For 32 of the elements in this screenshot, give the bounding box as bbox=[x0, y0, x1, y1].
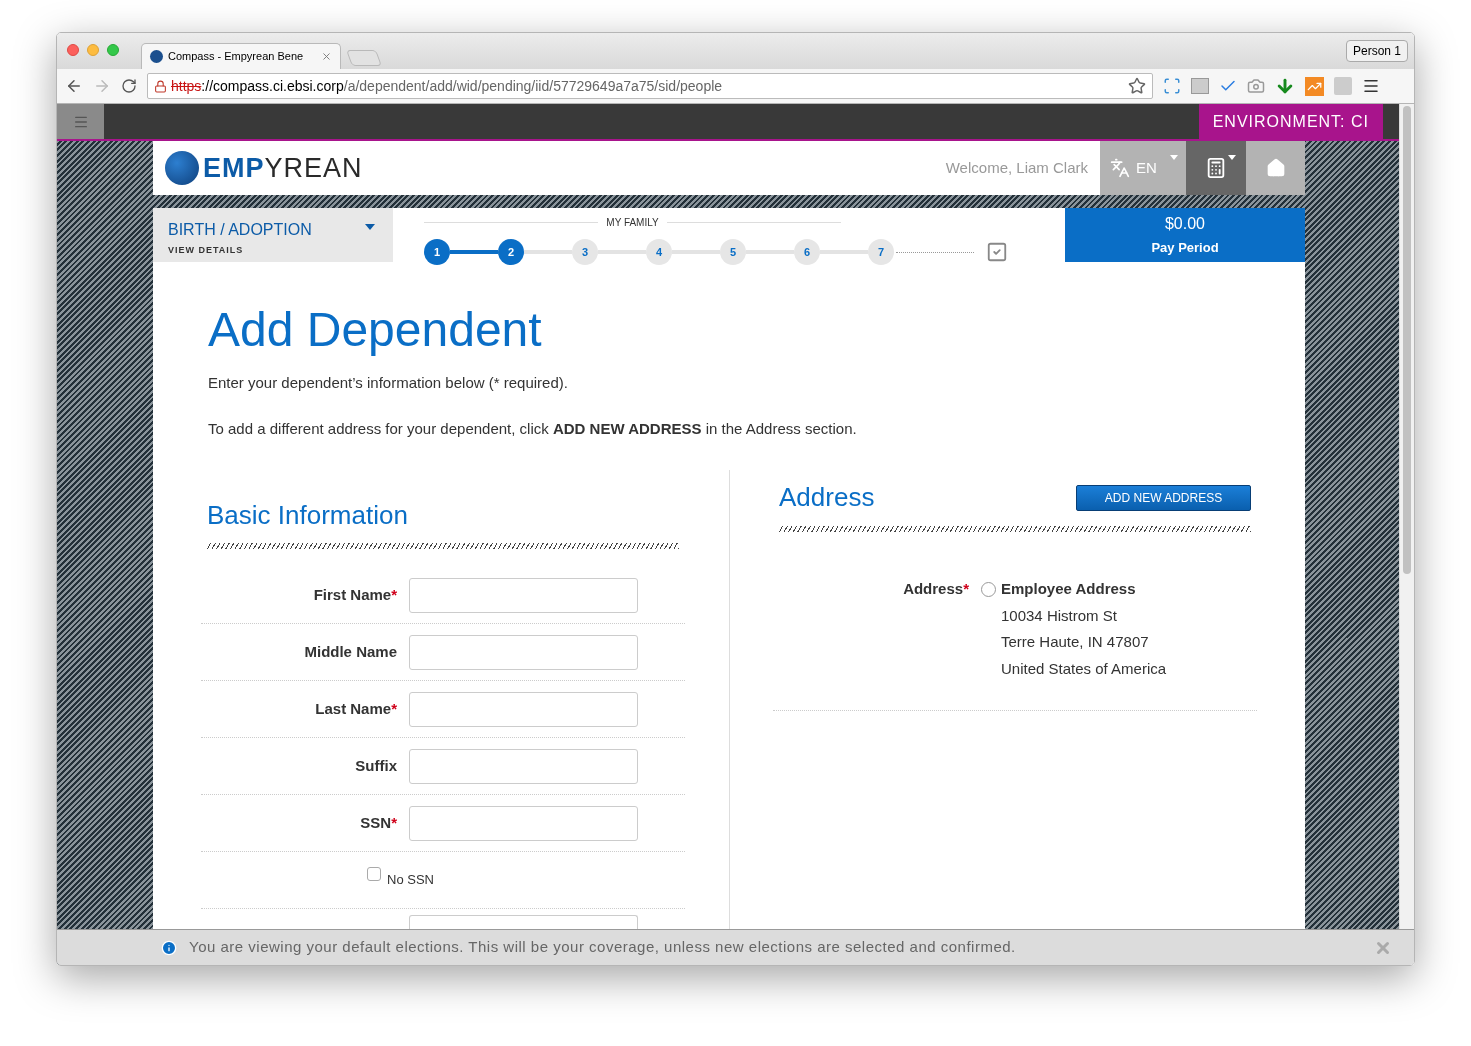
field-label: Last Name* bbox=[314, 698, 397, 719]
life-event-panel[interactable]: BIRTH / ADOPTION VIEW DETAILS bbox=[153, 208, 393, 262]
browser-tab[interactable]: Compass - Empyrean Bene bbox=[141, 43, 341, 69]
view-details-link[interactable]: VIEW DETAILS bbox=[168, 244, 377, 258]
cost-amount: $0.00 bbox=[1164, 214, 1205, 235]
address-bar[interactable]: https://compass.ci.ebsi.corp/a/dependent/add/wid/pending/iid/57729649a7a75/sid/people bbox=[147, 73, 1153, 99]
logo[interactable]: EMPYREAN bbox=[153, 141, 363, 195]
address-line: Terre Haute, IN 47807 bbox=[1001, 632, 1150, 652]
address-line: United States of America bbox=[1001, 658, 1167, 679]
step-section-label: MY FAMILY bbox=[605, 216, 660, 230]
notice-text: You are viewing your default elections. This will be your coverage, unless new elections are selected and confirmed. bbox=[189, 937, 1016, 958]
field-label: Suffix bbox=[354, 755, 397, 776]
welcome-text: Welcome, Liam Clark bbox=[945, 157, 1088, 178]
profile-button[interactable]: Person 1 bbox=[1345, 40, 1408, 62]
field-label: Address* bbox=[902, 579, 969, 599]
environment-badge: ENVIRONMENT: CI bbox=[1198, 104, 1383, 139]
field-label: SSN* bbox=[359, 812, 397, 833]
section-heading: Basic Information bbox=[207, 499, 409, 532]
page-title: Add Dependent bbox=[208, 302, 543, 358]
field-label: First Name* bbox=[312, 584, 397, 605]
tab-title: Compass - Empyrean Bene bbox=[168, 49, 304, 65]
life-event-title: BIRTH / ADOPTION bbox=[168, 220, 312, 240]
section-heading: Address bbox=[779, 481, 875, 514]
add-new-address-button[interactable]: ADD NEW ADDRESS bbox=[1076, 484, 1251, 511]
checkbox-label: No SSN bbox=[387, 871, 434, 890]
address-line: 10034 Histrom St bbox=[1001, 605, 1118, 626]
address-option-title: Employee Address bbox=[1001, 579, 1136, 599]
field-label: Middle Name bbox=[303, 641, 397, 662]
cost-period: Pay Period bbox=[1151, 239, 1219, 258]
intro-text: To add a different address for your dependent, click ADD NEW ADDRESS in the Address section. bbox=[208, 418, 858, 439]
intro-text: Enter your dependent’s information below (* required). bbox=[208, 373, 569, 393]
url-text: https://compass.ci.ebsi.corp/a/dependent/add/wid/pending/iid/57729649a7a75/sid/people bbox=[171, 76, 723, 96]
